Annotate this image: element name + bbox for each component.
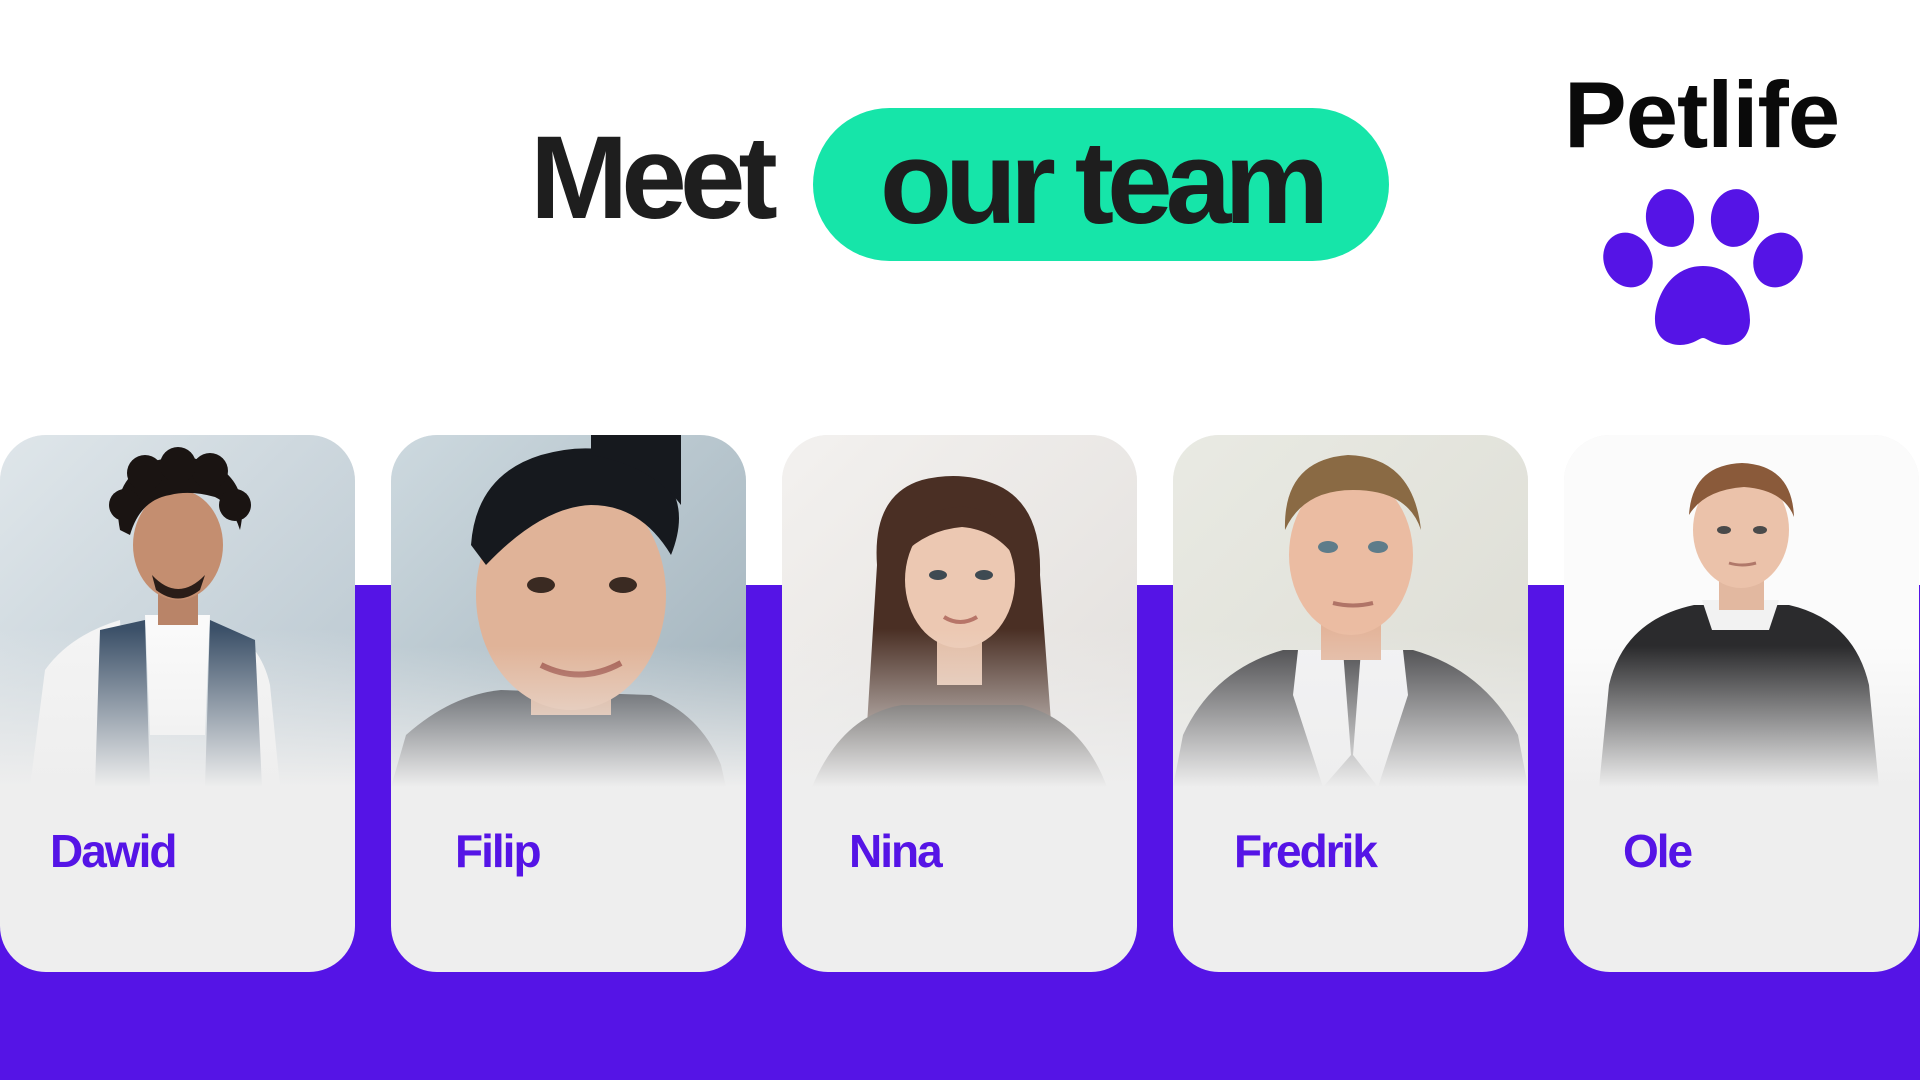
headline-highlight-pill: our team <box>813 108 1389 261</box>
portrait-photo <box>782 435 1137 787</box>
team-card: Fredrik <box>1173 435 1528 972</box>
headline-lead: Meet <box>530 112 778 244</box>
headline-highlight: our team <box>879 116 1329 249</box>
portrait-photo <box>0 435 355 787</box>
team-member-name: Nina <box>849 825 943 877</box>
paw-icon <box>1603 189 1803 345</box>
team-card: Nina <box>782 435 1137 972</box>
team-cards: Dawid Filip Nina Fredrik Ole <box>0 435 1920 972</box>
brand-name: Petlife <box>1564 62 1840 167</box>
team-card: Ole <box>1564 435 1919 972</box>
brand-logo: Petlife <box>1545 60 1875 360</box>
portrait-photo <box>1564 435 1919 787</box>
team-member-name: Dawid <box>50 825 177 877</box>
team-card: Filip <box>391 435 746 972</box>
portrait-photo <box>391 435 746 787</box>
team-member-name: Fredrik <box>1234 825 1378 877</box>
team-member-name: Ole <box>1623 825 1693 877</box>
team-member-name: Filip <box>455 825 542 877</box>
team-card: Dawid <box>0 435 355 972</box>
portrait-photo <box>1173 435 1528 787</box>
